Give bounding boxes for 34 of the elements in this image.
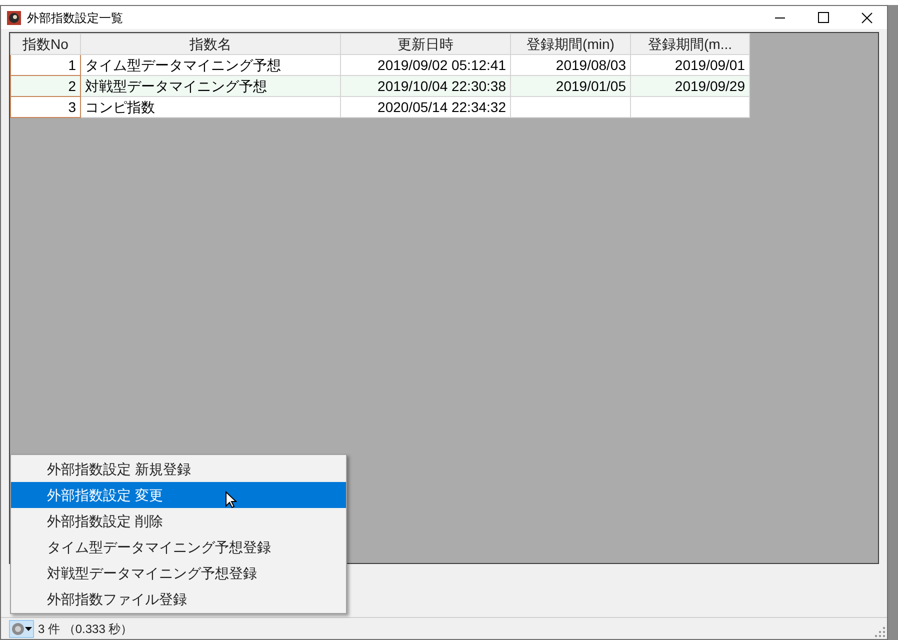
- menu-item[interactable]: 外部指数設定 新規登録: [11, 456, 346, 482]
- table-cell: タイム型データマイニング予想: [80, 54, 340, 76]
- column-header[interactable]: 登録期間(m...: [630, 34, 750, 54]
- table-cell: 2019/08/03: [510, 54, 630, 76]
- menu-item[interactable]: 外部指数ファイル登録: [11, 586, 346, 612]
- menu-item[interactable]: 対戦型データマイニング予想登録: [11, 560, 346, 586]
- table-cell: 2019/10/04 22:30:38: [340, 76, 510, 96]
- column-header[interactable]: 更新日時: [340, 34, 510, 54]
- row-number: 2: [10, 76, 80, 96]
- status-text: 3 件 （0.333 秒）: [38, 620, 133, 638]
- column-header[interactable]: 指数名: [80, 34, 340, 54]
- row-number: 3: [10, 96, 80, 118]
- menu-item[interactable]: 外部指数設定 削除: [11, 508, 346, 534]
- menu-item[interactable]: 外部指数設定 変更: [11, 482, 346, 508]
- table-cell: 2019/09/01: [630, 54, 750, 76]
- table-cell: コンピ指数: [80, 96, 340, 118]
- row-number: 1: [10, 54, 80, 76]
- table-cell: 2019/09/02 05:12:41: [340, 54, 510, 76]
- table-cell: 2019/09/29: [630, 76, 750, 96]
- circle-icon: [11, 622, 25, 636]
- window-title: 外部指数設定一覧: [27, 10, 123, 26]
- app-icon: [7, 10, 21, 24]
- menu-item[interactable]: タイム型データマイニング予想登録: [11, 534, 346, 560]
- resize-grip-icon[interactable]: [875, 627, 885, 637]
- column-header[interactable]: 登録期間(min): [510, 34, 630, 54]
- table-cell: 2019/01/05: [510, 76, 630, 96]
- caret-icon: [25, 626, 32, 630]
- close-icon[interactable]: [861, 12, 873, 24]
- column-header[interactable]: 指数No: [10, 34, 80, 54]
- table-cell: 2020/05/14 22:34:32: [340, 96, 510, 118]
- mouse-cursor-icon: [225, 491, 237, 509]
- table-cell: 対戦型データマイニング予想: [80, 76, 340, 96]
- maximize-icon[interactable]: [818, 12, 829, 23]
- status-dropdown[interactable]: [9, 620, 34, 638]
